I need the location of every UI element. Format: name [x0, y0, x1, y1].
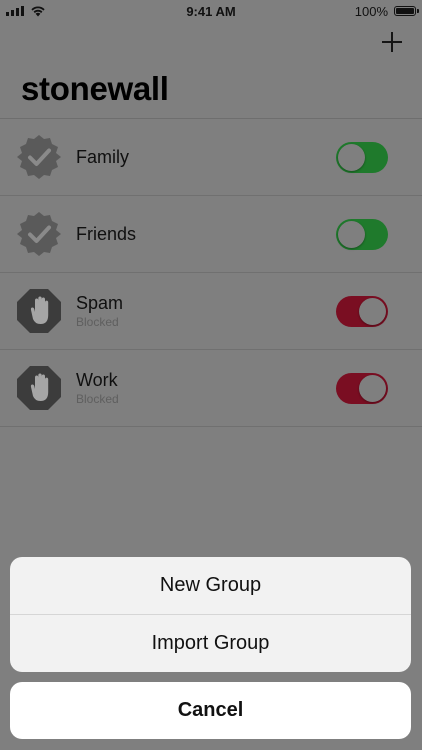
action-sheet: New Group Import Group: [10, 557, 411, 672]
page-title: stonewall: [21, 70, 169, 107]
status-time: 9:41 AM: [186, 3, 236, 19]
group-row-family[interactable]: Family: [0, 119, 422, 196]
checkmark-badge-icon: [16, 211, 62, 257]
group-list: Family Friends Spam Blocked Work Blocked: [0, 118, 422, 427]
group-toggle[interactable]: [336, 296, 388, 327]
group-name: Work: [76, 370, 118, 390]
add-group-button[interactable]: [378, 28, 406, 56]
group-row-work[interactable]: Work Blocked: [0, 350, 422, 427]
status-bar: 9:41 AM 100%: [0, 0, 422, 22]
plus-icon-vertical: [391, 32, 393, 52]
group-text: Work Blocked: [76, 370, 119, 406]
new-group-option[interactable]: New Group: [10, 557, 411, 614]
group-text: Friends: [76, 224, 136, 245]
group-name: Spam: [76, 293, 124, 313]
toggle-knob: [338, 144, 365, 171]
group-status-label: Blocked: [76, 392, 119, 406]
group-name: Family: [76, 146, 129, 167]
group-text: Spam Blocked: [76, 293, 123, 329]
battery-icon: [394, 6, 419, 16]
group-name: Friends: [76, 223, 137, 244]
import-group-option[interactable]: Import Group: [10, 614, 411, 672]
toggle-knob: [359, 375, 386, 402]
group-status-label: Blocked: [76, 315, 119, 329]
cancel-button[interactable]: Cancel: [10, 682, 411, 739]
stop-hand-icon: [16, 365, 62, 411]
toggle-knob: [338, 221, 365, 248]
group-toggle[interactable]: [336, 373, 388, 404]
group-text: Family: [76, 147, 129, 168]
checkmark-badge-icon: [16, 134, 62, 180]
group-toggle[interactable]: [336, 219, 388, 250]
toggle-knob: [359, 298, 386, 325]
battery-level: [396, 8, 414, 14]
stop-hand-icon: [16, 288, 62, 334]
group-toggle[interactable]: [336, 142, 388, 173]
group-row-spam[interactable]: Spam Blocked: [0, 273, 422, 350]
group-row-friends[interactable]: Friends: [0, 196, 422, 273]
